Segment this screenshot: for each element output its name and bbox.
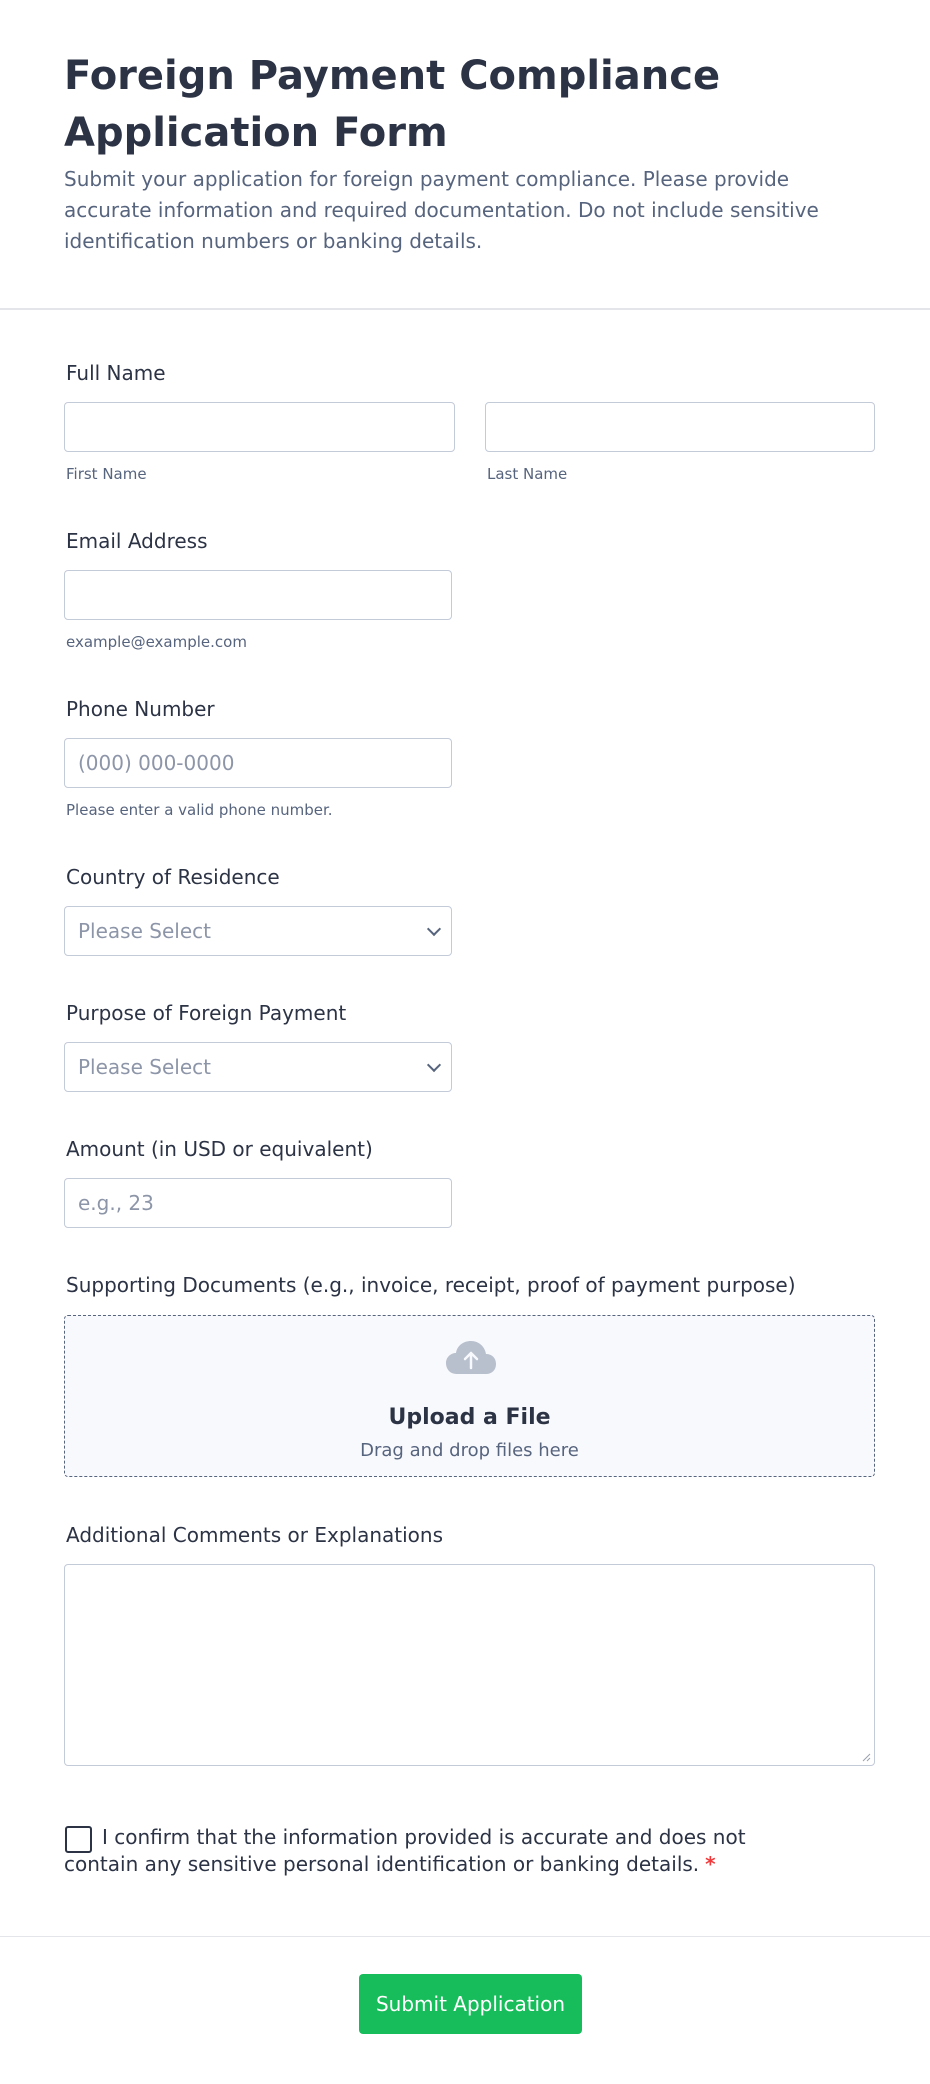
email-sublabel: example@example.com — [66, 633, 247, 651]
purpose-select[interactable]: Please Select — [64, 1042, 452, 1092]
phone-input[interactable]: (000) 000-0000 — [64, 738, 452, 788]
footer-divider — [0, 1936, 930, 1937]
page-description: Submit your application for foreign paym… — [64, 167, 819, 253]
comments-label: Additional Comments or Explanations — [66, 1523, 443, 1547]
amount-label: Amount (in USD or equivalent) — [66, 1137, 373, 1161]
upload-subtitle: Drag and drop files here — [360, 1440, 579, 1461]
chevron-down-icon — [426, 1057, 442, 1073]
purpose-label: Purpose of Foreign Payment — [66, 1001, 347, 1025]
first-name-sublabel: First Name — [66, 465, 147, 483]
cloud-upload-icon — [446, 1341, 496, 1374]
country-label: Country of Residence — [66, 865, 280, 889]
amount-input[interactable]: e.g., 23 — [64, 1178, 452, 1228]
submit-application-button[interactable]: Submit Application — [359, 1974, 582, 2034]
first-name-input[interactable] — [64, 402, 455, 452]
upload-title: Upload a File — [388, 1405, 551, 1430]
last-name-input[interactable] — [485, 402, 875, 452]
file-upload-dropzone[interactable]: Upload a File Drag and drop files here — [64, 1315, 875, 1477]
resize-handle-icon[interactable] — [861, 1752, 871, 1762]
full-name-label: Full Name — [66, 361, 166, 385]
confirm-label: I confirm that the information provided … — [64, 1824, 824, 1878]
phone-sublabel: Please enter a valid phone number. — [66, 801, 333, 819]
required-asterisk: * — [705, 1852, 716, 1876]
comments-textarea[interactable] — [64, 1564, 875, 1766]
confirm-text: I confirm that the information provided … — [64, 1825, 746, 1876]
country-selected-value: Please Select — [78, 919, 211, 943]
country-select[interactable]: Please Select — [64, 906, 452, 956]
last-name-sublabel: Last Name — [487, 465, 568, 483]
page-title: Foreign Payment Compliance Application F… — [64, 53, 721, 156]
email-field[interactable] — [64, 570, 452, 620]
purpose-selected-value: Please Select — [78, 1055, 211, 1079]
form-header: Foreign Payment Compliance Application F… — [0, 0, 930, 310]
documents-label: Supporting Documents (e.g., invoice, rec… — [66, 1273, 796, 1297]
phone-label: Phone Number — [66, 697, 215, 721]
chevron-down-icon — [426, 921, 442, 937]
email-label: Email Address — [66, 529, 208, 553]
